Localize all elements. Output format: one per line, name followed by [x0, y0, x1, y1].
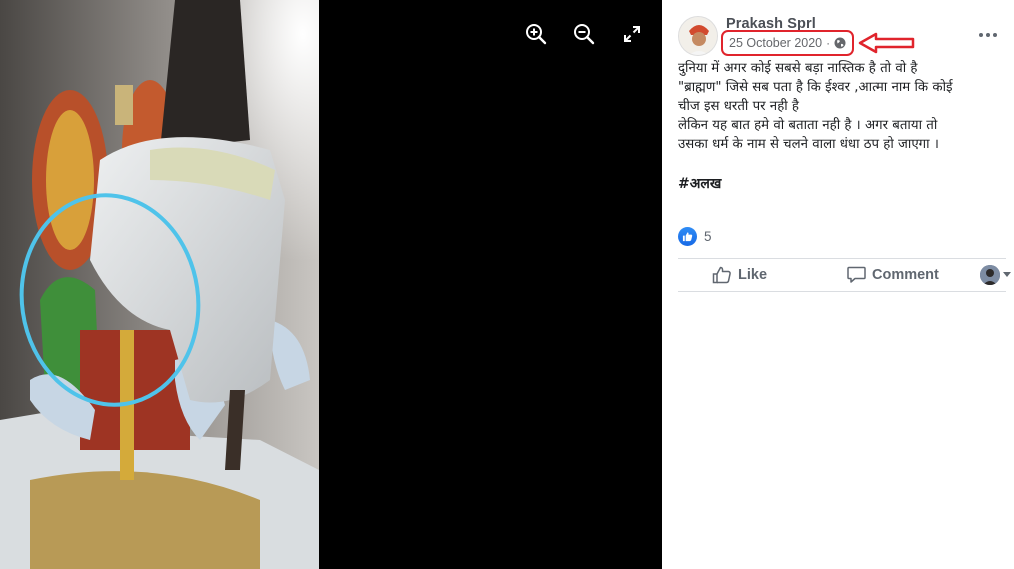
post-text-line: दुनिया में अगर कोई सबसे बड़ा नास्तिक है … [678, 61, 918, 76]
like-label: Like [738, 267, 768, 283]
post-text-line: लेकिन यह बात हमे वो बताता नही है । अगर ब… [678, 118, 938, 133]
like-reaction-icon [678, 227, 697, 246]
zoom-in-icon [526, 24, 547, 45]
post-panel: Prakash Sprl 25 October 2020 · दुनिया मे… [662, 0, 1014, 569]
date-separator: · [826, 36, 831, 50]
thumbs-up-icon [712, 266, 731, 284]
zoom-out-button[interactable] [570, 20, 598, 48]
hashtag-link[interactable]: #अलख [678, 174, 721, 193]
author-avatar[interactable] [678, 16, 718, 56]
more-options-icon [979, 33, 983, 37]
more-options-button[interactable] [974, 26, 1002, 44]
post-text: दुनिया में अगर कोई सबसे बड़ा नास्तिक है … [678, 59, 1008, 154]
reaction-count: 5 [704, 229, 712, 244]
post-text-line: उसका धर्म के नाम से चलने वाला धंधा ठप हो… [678, 137, 939, 152]
facebook-photo-post: Prakash Sprl 25 October 2020 · दुनिया मे… [0, 0, 1014, 569]
post-text-line: चीज इस धरती पर नही है [678, 99, 799, 114]
red-arrow-annotation [858, 32, 915, 54]
zoom-out-icon [574, 24, 595, 45]
photo-viewer [0, 0, 662, 569]
post-date-highlight: 25 October 2020 · [721, 30, 855, 56]
fullscreen-icon [624, 26, 640, 42]
commenter-avatar[interactable] [980, 265, 1000, 285]
post-date[interactable]: 25 October 2020 [729, 36, 822, 50]
post-photo[interactable] [0, 0, 319, 569]
divider [678, 291, 1006, 292]
zoom-in-button[interactable] [522, 20, 550, 48]
like-button[interactable]: Like [712, 264, 767, 286]
globe-icon [834, 37, 846, 49]
fullscreen-button[interactable] [618, 20, 646, 48]
post-text-line: "ब्राह्मण" जिसे सब पता है कि ईश्वर ,आत्म… [678, 80, 953, 95]
chevron-down-icon[interactable] [1003, 272, 1011, 277]
reactions-summary[interactable]: 5 [678, 227, 712, 246]
comment-icon [847, 266, 866, 283]
divider [678, 258, 1006, 259]
comment-label: Comment [872, 267, 939, 283]
comment-button[interactable]: Comment [847, 264, 939, 286]
